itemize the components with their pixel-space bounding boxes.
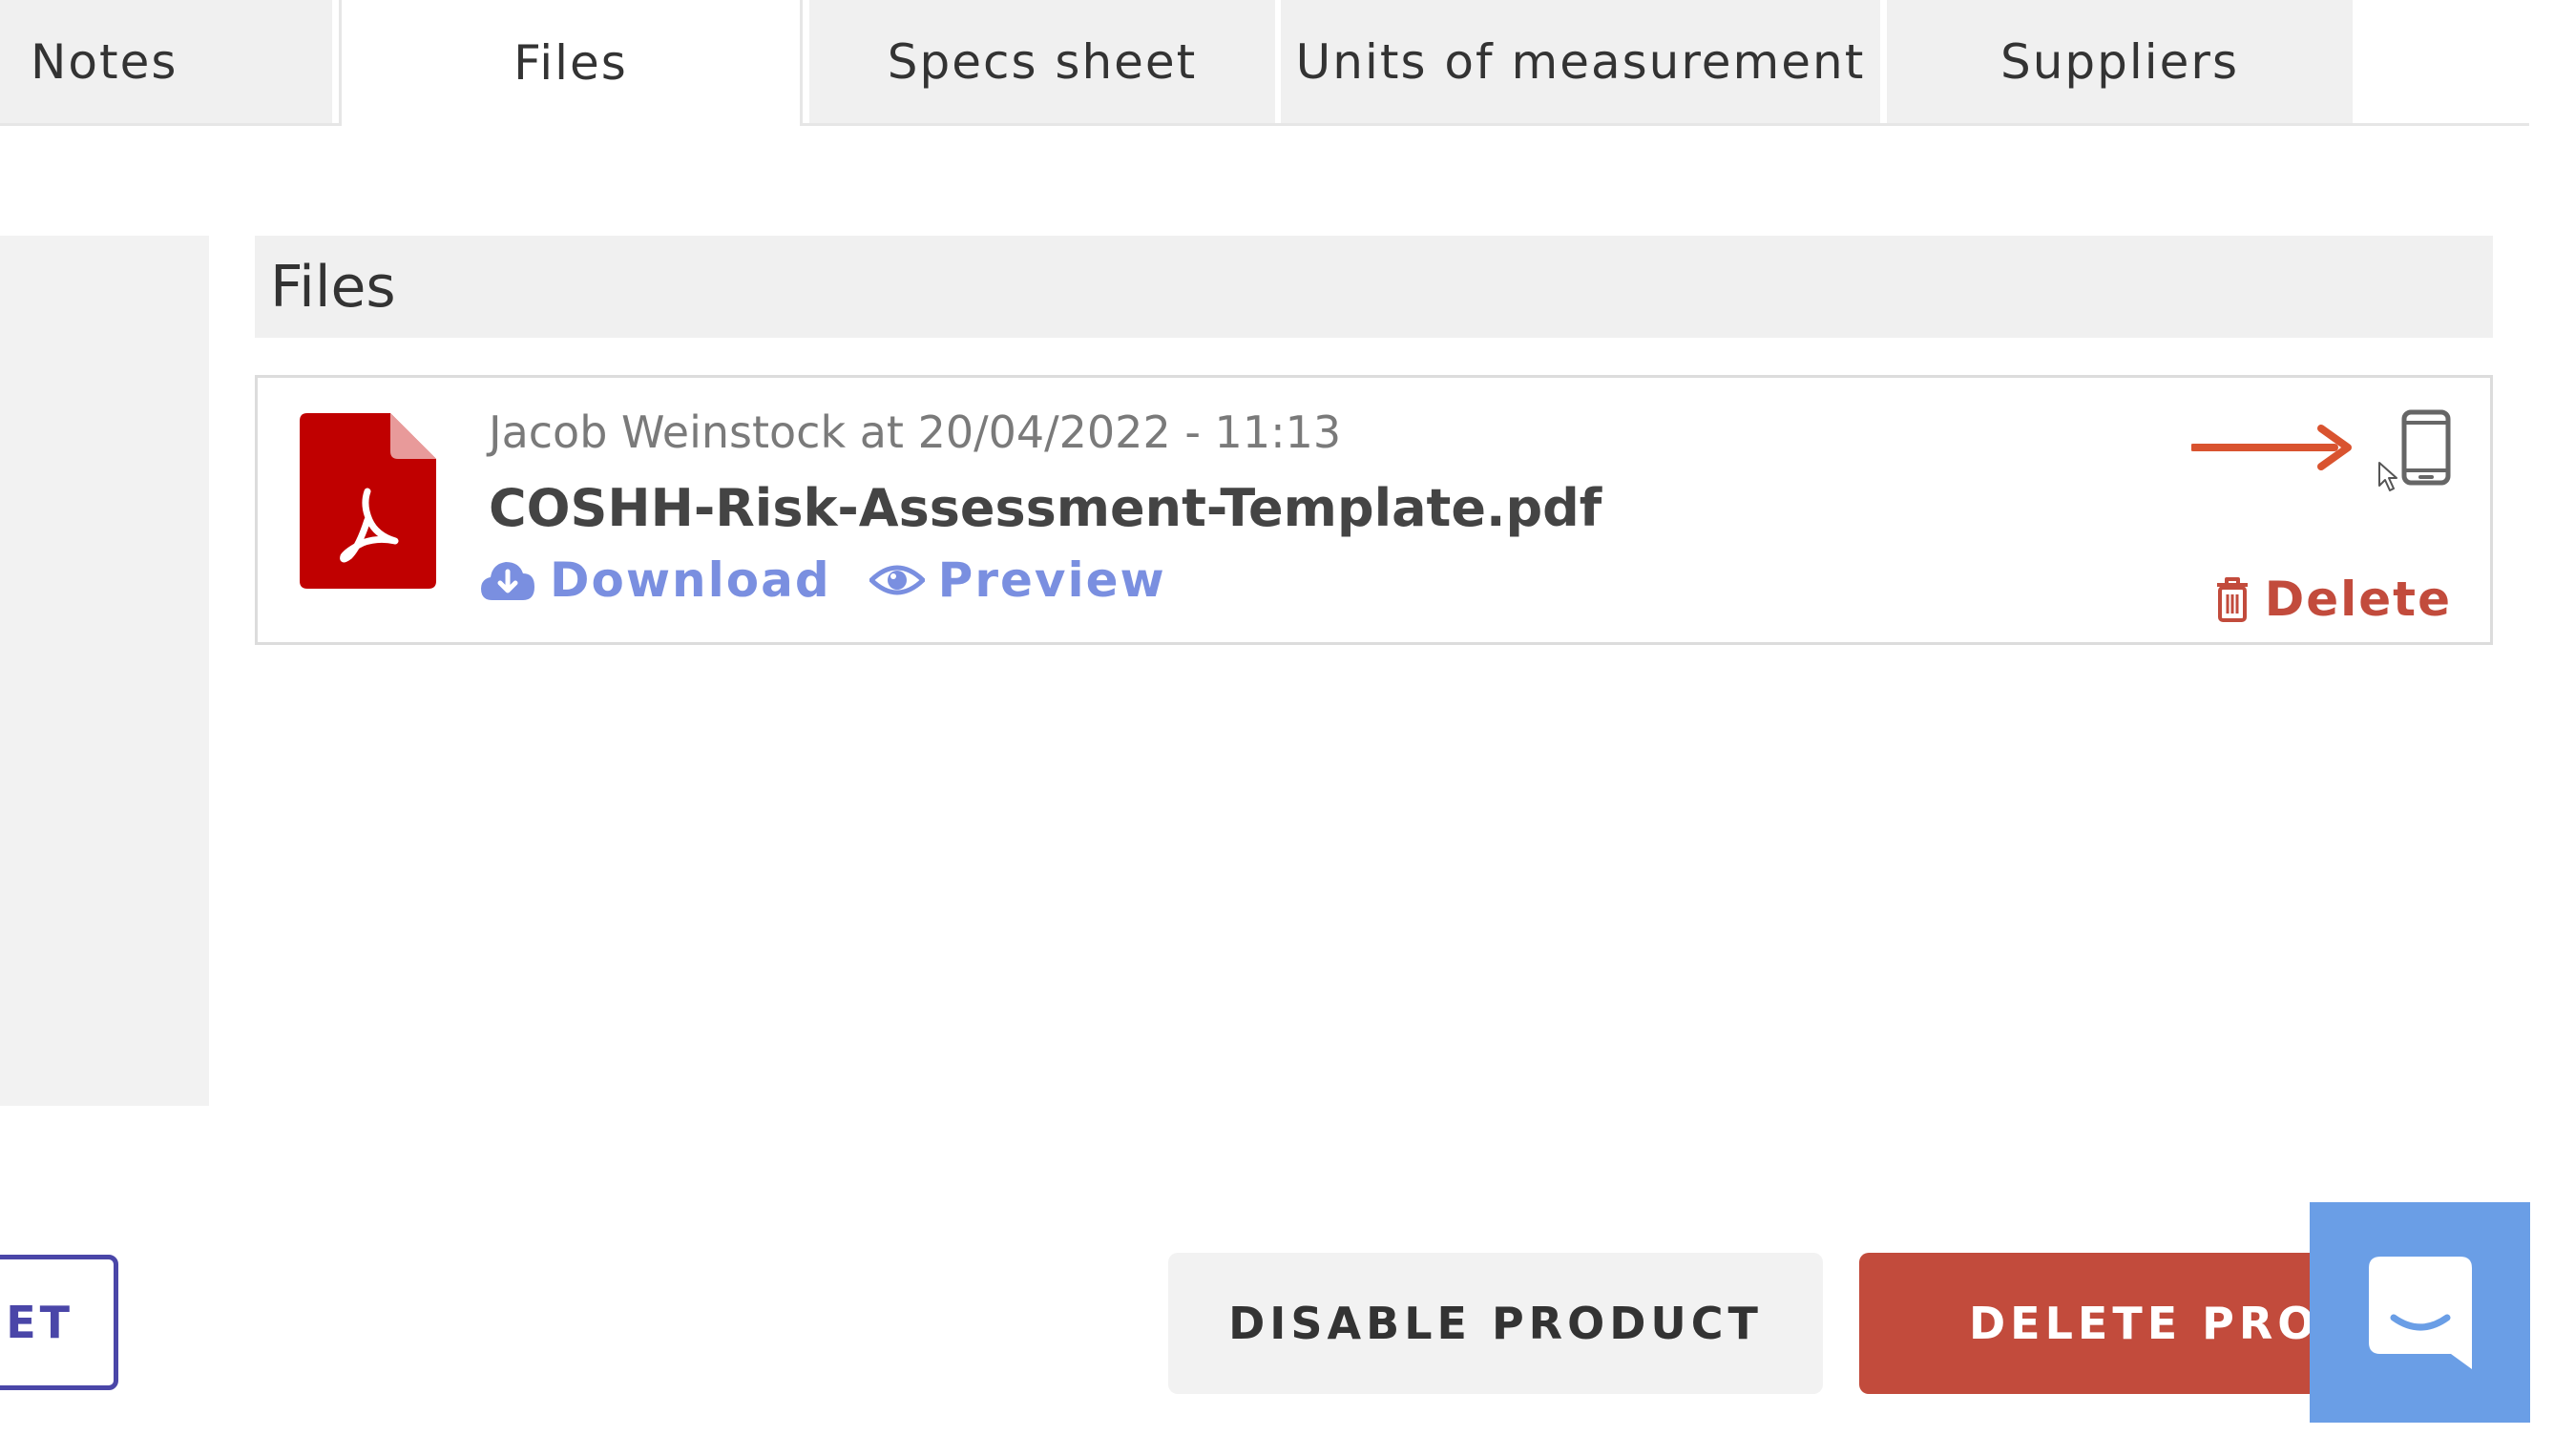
disable-product-button[interactable]: DISABLE PRODUCT: [1168, 1253, 1823, 1394]
file-upload-info: Jacob Weinstock at 20/04/2022 - 11:13: [489, 406, 1342, 458]
chat-launcher-icon: [2368, 1256, 2472, 1369]
tab-bar: Notes Files Specs sheet Units of measure…: [0, 0, 2529, 126]
download-link[interactable]: Download: [479, 552, 831, 608]
mobile-phone-icon[interactable]: [2401, 409, 2451, 486]
tab-suppliers[interactable]: Suppliers: [1887, 0, 2353, 123]
preview-label: Preview: [937, 552, 1166, 608]
trash-icon: [2216, 577, 2248, 622]
mouse-cursor-icon: [2378, 462, 2397, 491]
download-label: Download: [550, 552, 831, 608]
delete-label: Delete: [2264, 572, 2452, 627]
preview-link[interactable]: Preview: [869, 552, 1166, 608]
pdf-icon[interactable]: [300, 413, 436, 589]
chat-launcher-button[interactable]: [2310, 1202, 2530, 1423]
tab-files[interactable]: Files: [339, 0, 803, 126]
arrow-right-icon: [2191, 425, 2352, 470]
file-actions: Download Preview: [479, 552, 1166, 608]
tab-specs-sheet[interactable]: Specs sheet: [809, 0, 1275, 123]
file-name: COSHH-Risk-Assessment-Template.pdf: [489, 478, 1602, 538]
side-panel: [0, 236, 209, 1106]
eye-icon: [869, 565, 925, 595]
files-section-header: Files: [255, 236, 2493, 338]
tab-notes[interactable]: Notes: [0, 0, 332, 123]
partial-outline-button[interactable]: EET: [0, 1255, 118, 1390]
delete-file-link[interactable]: Delete: [2213, 572, 2452, 627]
cloud-download-icon: [481, 562, 534, 600]
file-card: Jacob Weinstock at 20/04/2022 - 11:13 CO…: [255, 375, 2493, 645]
tab-units-of-measurement[interactable]: Units of measurement: [1281, 0, 1880, 123]
